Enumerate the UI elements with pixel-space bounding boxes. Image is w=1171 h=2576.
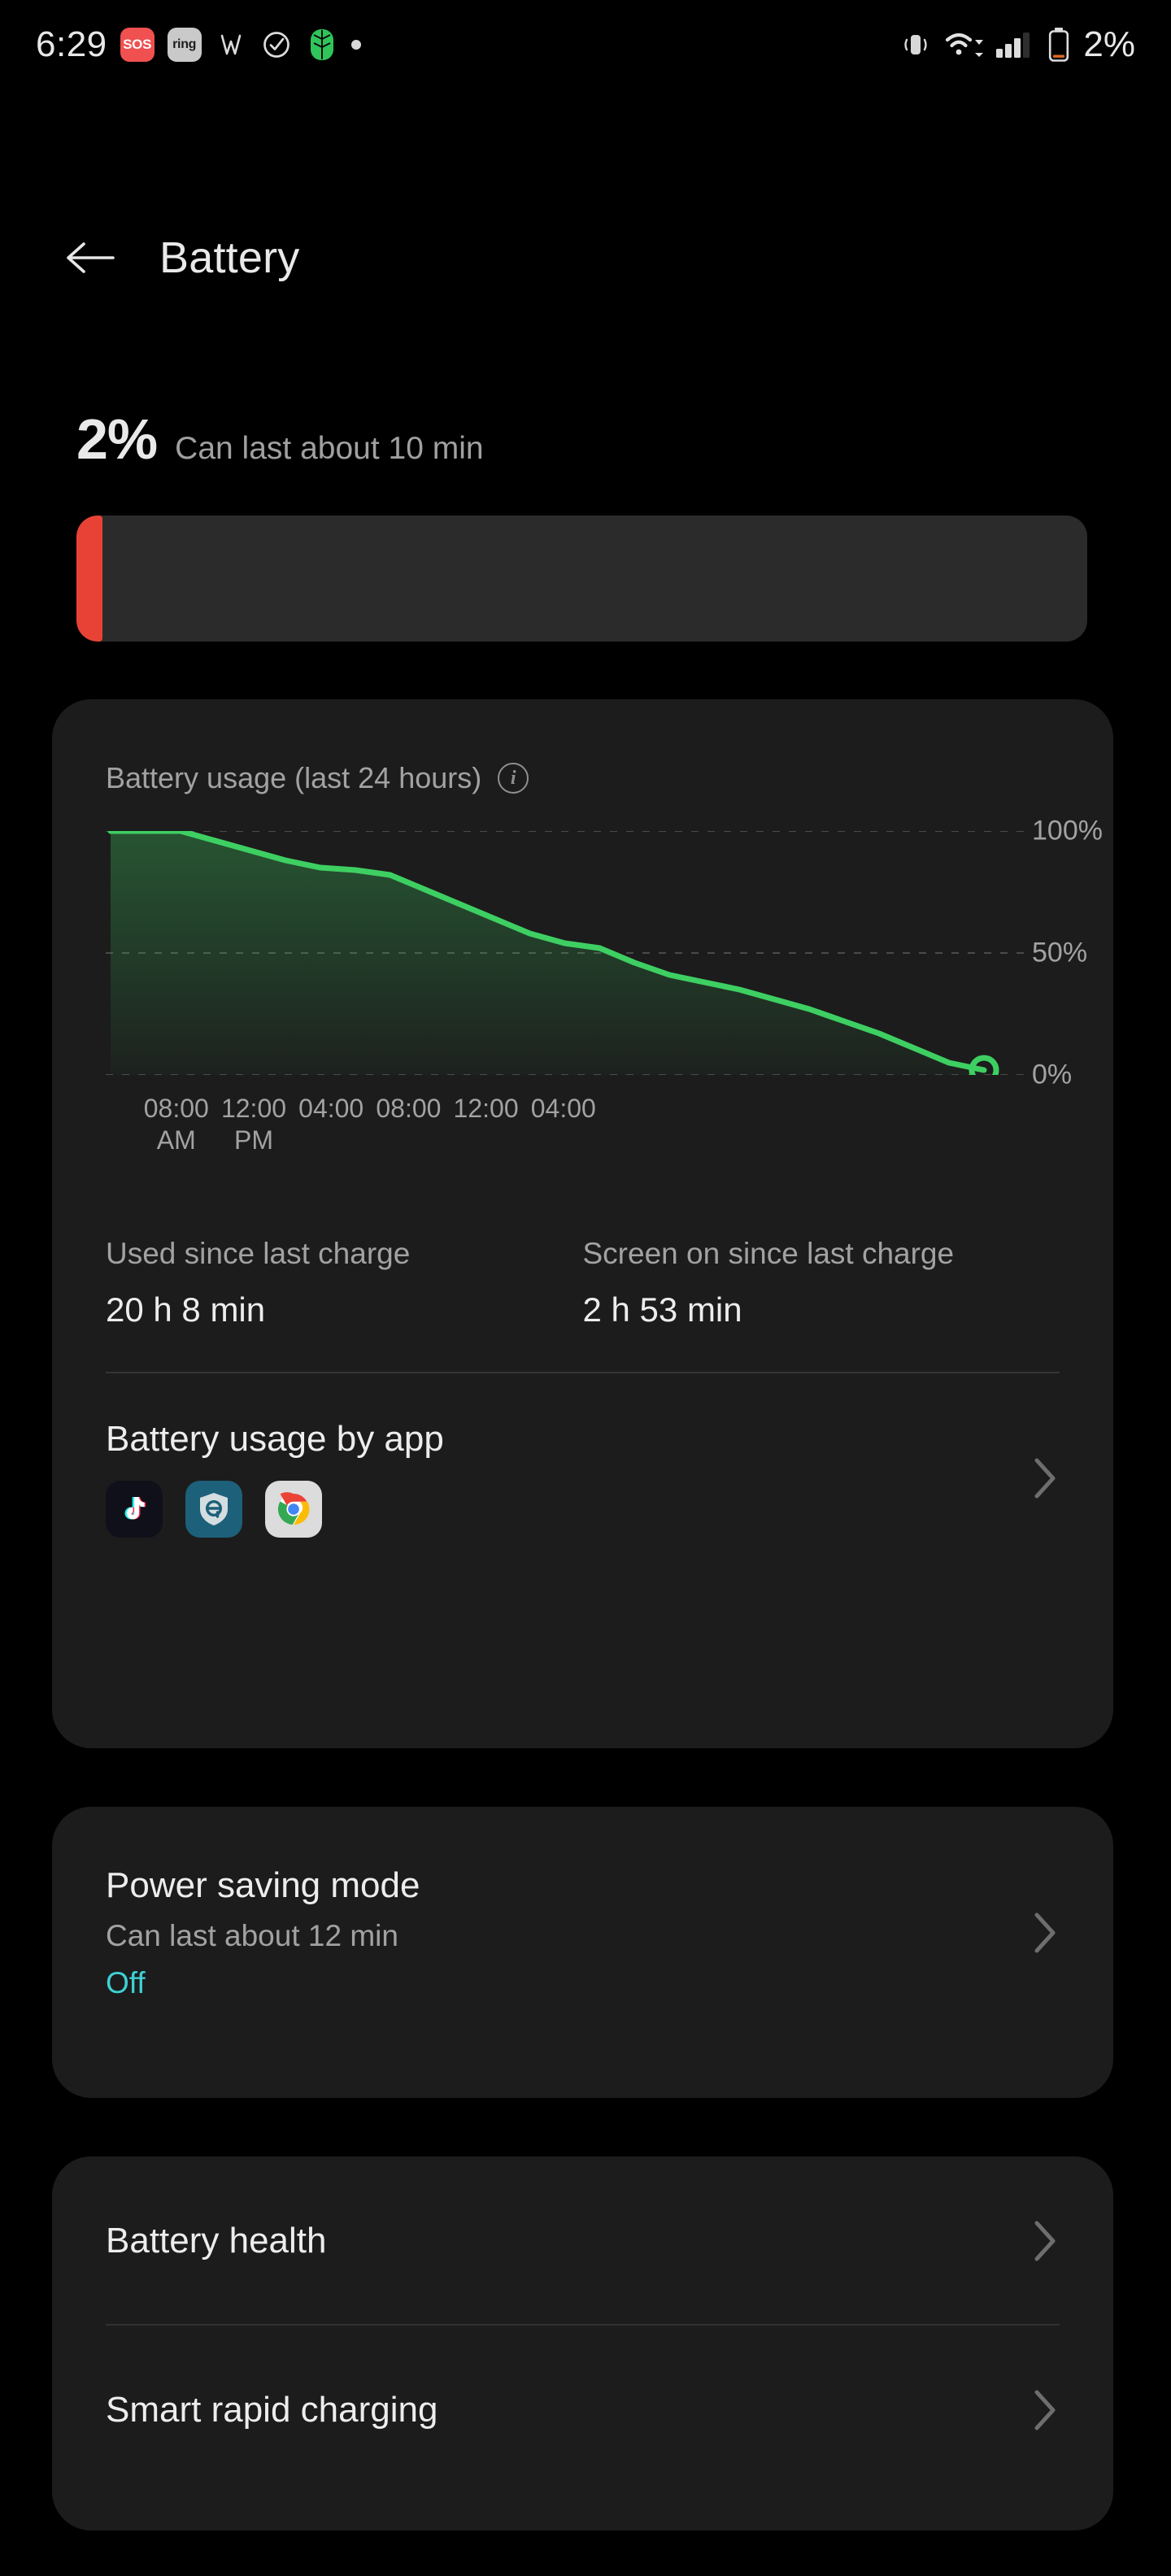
- power-saving-state: Off: [106, 1966, 146, 1999]
- chart-y-axis-labels: 100% 50% 0%: [1032, 816, 1162, 1090]
- battery-percent-text: 2%: [1083, 24, 1135, 64]
- battery-summary: 2% Can last about 10 min: [76, 407, 484, 472]
- wifi-icon: [944, 28, 984, 61]
- stat-screen-on-since-charge: Screen on since last charge 2 h 53 min: [583, 1234, 1060, 1329]
- battery-health-title: Battery health: [106, 2221, 327, 2261]
- battery-usage-by-app-row[interactable]: Battery usage by app: [52, 1373, 1113, 1538]
- battery-usage-card: Battery usage (last 24 hours) i 100% 50% 0…: [52, 699, 1113, 1748]
- battery-usage-chart: 100% 50% 0%: [52, 816, 1113, 1090]
- stat-label: Screen on since last charge: [582, 1237, 955, 1270]
- stat-used-since-charge: Used since last charge 20 h 8 min: [106, 1234, 583, 1329]
- ring-badge-icon: ring: [167, 28, 202, 62]
- chrome-app-icon: [265, 1480, 322, 1538]
- battery-health-row[interactable]: Battery health: [52, 2156, 1113, 2265]
- status-bar-left: 6:29 SOS ring: [36, 24, 361, 65]
- chart-x-tick: 08:00 AM: [143, 1094, 209, 1155]
- row-content: Power saving mode Can last about 12 min …: [106, 1865, 1027, 2000]
- chart-x-tick: 04:00: [530, 1094, 596, 1123]
- power-saving-card[interactable]: Power saving mode Can last about 12 min …: [52, 1807, 1113, 2098]
- vibrate-icon: [899, 28, 932, 61]
- w-app-icon: [215, 28, 247, 61]
- stat-value: 20 h 8 min: [106, 1290, 266, 1329]
- app-icon-list: [106, 1480, 1027, 1538]
- chevron-right-icon: [1027, 1908, 1063, 1957]
- notification-dot-icon: [350, 40, 361, 50]
- battery-icon: [1045, 28, 1073, 62]
- stat-value: 2 h 53 min: [582, 1290, 742, 1329]
- battery-estimate-text: Can last about 10 min: [175, 431, 484, 466]
- chart-y-tick: 100%: [1032, 815, 1103, 846]
- row-content: Battery health: [106, 2221, 1027, 2261]
- chart-x-tick: 08:00: [376, 1094, 442, 1123]
- back-button[interactable]: [63, 230, 119, 285]
- usage-card-header: Battery usage (last 24 hours) i: [52, 699, 1113, 795]
- stat-label: Used since last charge: [106, 1237, 411, 1270]
- smart-rapid-charging-row[interactable]: Smart rapid charging: [52, 2326, 1113, 2435]
- smart-rapid-charging-title: Smart rapid charging: [106, 2389, 438, 2430]
- chart-x-axis-labels: 08:00 AM 12:00 PM 04:00 08:00 12:00 04:00: [52, 1093, 1113, 1190]
- status-bar-right: 2%: [899, 24, 1135, 65]
- battery-options-card: Battery health Smart rapid charging: [52, 2156, 1113, 2530]
- chevron-right-icon: [1027, 2386, 1063, 2435]
- row-content: Battery usage by app: [106, 1419, 1027, 1538]
- chart-y-tick: 50%: [1032, 937, 1088, 968]
- check-circle-icon: [260, 28, 293, 61]
- power-saving-row[interactable]: Power saving mode Can last about 12 min …: [52, 1807, 1113, 2000]
- chevron-right-icon: [1027, 1454, 1063, 1503]
- chart-y-tick: 0%: [1032, 1059, 1073, 1090]
- usage-card-title: Battery usage (last 24 hours): [106, 761, 482, 794]
- battery-chart-plot: [106, 831, 1033, 1075]
- green-leaf-app-icon: [306, 28, 338, 61]
- row-content: Smart rapid charging: [106, 2390, 1027, 2430]
- battery-percent-large: 2%: [76, 407, 158, 471]
- status-bar: 6:29 SOS ring 2%: [0, 0, 1171, 89]
- usage-stats: Used since last charge 20 h 8 min Screen…: [52, 1190, 1113, 1329]
- shield-e-app-icon: [185, 1480, 242, 1538]
- page-title: Battery: [159, 233, 300, 282]
- chevron-right-icon: [1027, 2217, 1063, 2265]
- signal-bars-icon: [995, 28, 1033, 61]
- status-time: 6:29: [36, 24, 107, 64]
- battery-level-bar: [76, 516, 1087, 642]
- tiktok-app-icon: [106, 1480, 163, 1538]
- chart-x-tick: 12:00 PM: [220, 1094, 287, 1155]
- power-saving-title: Power saving mode: [106, 1865, 420, 1905]
- battery-level-bar-fill: [76, 516, 103, 642]
- sos-badge-icon: SOS: [120, 28, 155, 62]
- chart-x-tick: 04:00: [298, 1094, 364, 1123]
- chart-x-tick: 12:00: [453, 1094, 519, 1123]
- row-title: Battery usage by app: [106, 1418, 444, 1459]
- app-header: Battery: [0, 213, 1171, 302]
- info-icon[interactable]: i: [498, 763, 529, 794]
- power-saving-subtitle: Can last about 12 min: [106, 1919, 398, 1952]
